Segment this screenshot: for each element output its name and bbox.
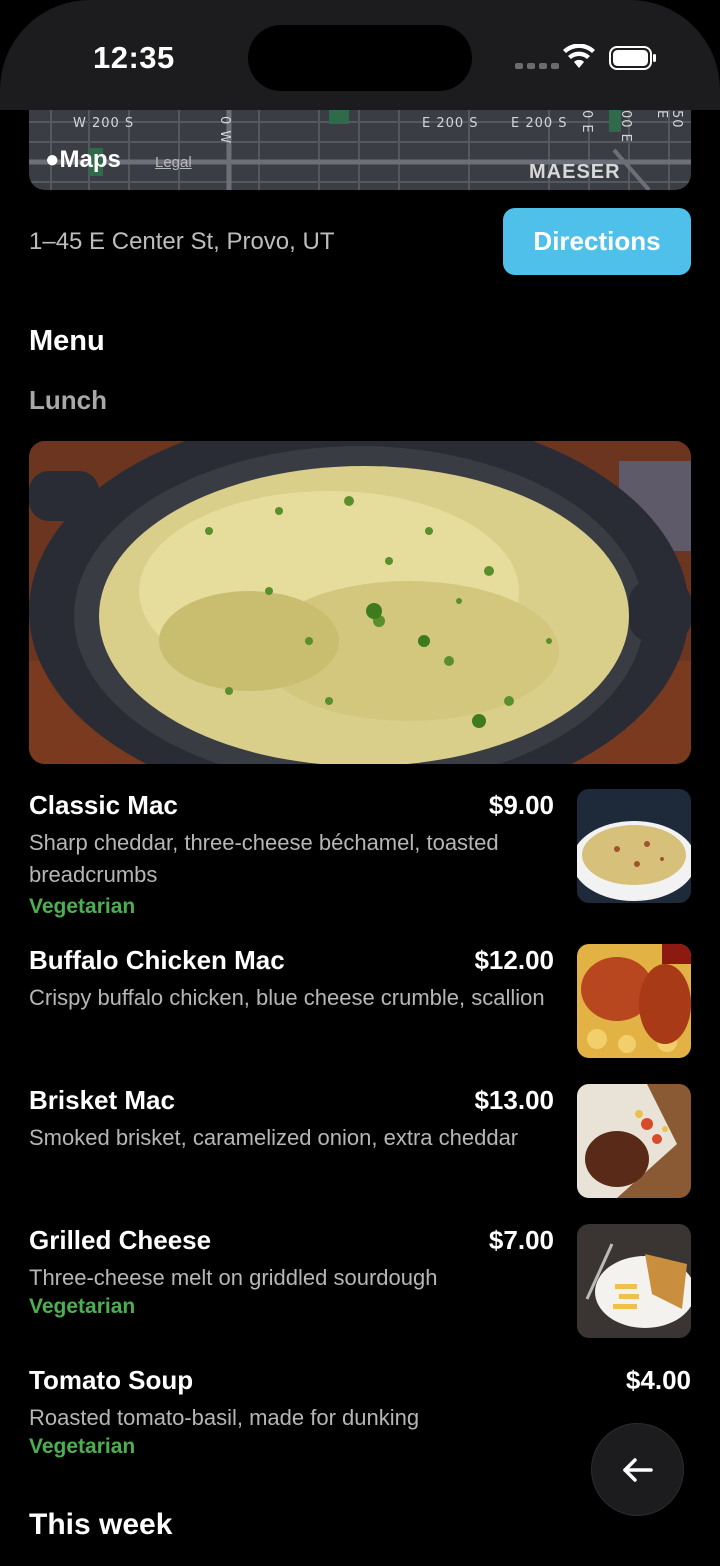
map-street-label: W 200 S — [73, 116, 135, 131]
restaurant-address: 1–45 E Center St, Provo, UT — [29, 228, 335, 255]
cellular-signal-icon — [515, 63, 559, 69]
menu-item-description: Smoked brisket, caramelized onion, extra… — [29, 1125, 519, 1150]
map-street-label: E 200 S — [511, 116, 568, 131]
apple-logo-icon: ● — [45, 146, 60, 173]
map-street-label: 0 E — [579, 110, 594, 134]
map-street-label: 00 E — [618, 110, 633, 143]
back-button[interactable] — [591, 1423, 684, 1516]
menu-item[interactable]: Buffalo Chicken Mac $12.00 Crispy buffal… — [29, 944, 691, 1060]
this-week-section-title: This week — [29, 1508, 173, 1541]
menu-item-description: Crispy buffalo chicken, blue cheese crum… — [29, 985, 545, 1010]
wifi-icon — [563, 44, 595, 68]
menu-item[interactable]: Grilled Cheese $7.00 Three-cheese melt o… — [29, 1224, 691, 1340]
map-district-label: MAESER — [529, 161, 621, 183]
menu-item-thumbnail — [577, 1084, 691, 1198]
menu-item-price: $13.00 — [474, 1085, 554, 1115]
menu-item-name: Tomato Soup — [29, 1365, 194, 1395]
directions-button[interactable]: Directions — [503, 208, 691, 275]
menu-item-name: Classic Mac — [29, 790, 178, 820]
vegetarian-badge: Vegetarian — [29, 1435, 136, 1458]
menu-item-thumbnail — [577, 789, 691, 903]
map-legal-link[interactable]: Legal — [155, 154, 192, 171]
map-street-label: 50 E — [654, 110, 684, 129]
status-time: 12:35 — [93, 40, 175, 75]
maps-brand-label: Maps — [59, 146, 121, 173]
menu-item-name: Brisket Mac — [29, 1085, 175, 1115]
menu-item-price: $4.00 — [625, 1365, 691, 1395]
menu-section-title: Lunch — [29, 385, 107, 415]
vegetarian-badge: Vegetarian — [29, 895, 136, 918]
menu-item-thumbnail — [577, 944, 691, 1058]
menu-item-name: Buffalo Chicken Mac — [29, 945, 285, 975]
map-street-label: E 200 S — [422, 116, 479, 131]
arrow-left-icon — [622, 1457, 653, 1482]
menu-item[interactable]: Brisket Mac $13.00 Smoked brisket, caram… — [29, 1084, 691, 1200]
menu-item-price: $7.00 — [488, 1225, 554, 1255]
menu-item[interactable]: Classic Mac $9.00 Sharp cheddar, three-c… — [29, 789, 691, 920]
menu-item[interactable]: Tomato Soup $4.00 Roasted tomato-basil, … — [29, 1365, 691, 1465]
dynamic-island — [248, 25, 472, 91]
apple-maps-logo: ●Maps — [45, 146, 121, 174]
menu-item-price: $12.00 — [474, 945, 554, 975]
menu-item-name: Grilled Cheese — [29, 1225, 212, 1255]
battery-icon — [609, 46, 656, 70]
menu-item-price: $9.00 — [488, 790, 554, 820]
menu-title: Menu — [29, 325, 105, 357]
menu-item-description: Sharp cheddar, three-cheese béchamel, to… — [29, 830, 499, 887]
hero-food-image — [29, 441, 691, 764]
menu-item-thumbnail — [577, 1224, 691, 1338]
menu-item-description: Roasted tomato-basil, made for dunking — [29, 1405, 420, 1430]
map-street-label: 0 W — [217, 116, 232, 145]
map-preview[interactable]: W 200 S 0 W E 200 S E 200 S 0 E 00 E 50 … — [29, 110, 691, 190]
vegetarian-badge: Vegetarian — [29, 1295, 136, 1318]
menu-item-description: Three-cheese melt on griddled sourdough — [29, 1265, 438, 1290]
